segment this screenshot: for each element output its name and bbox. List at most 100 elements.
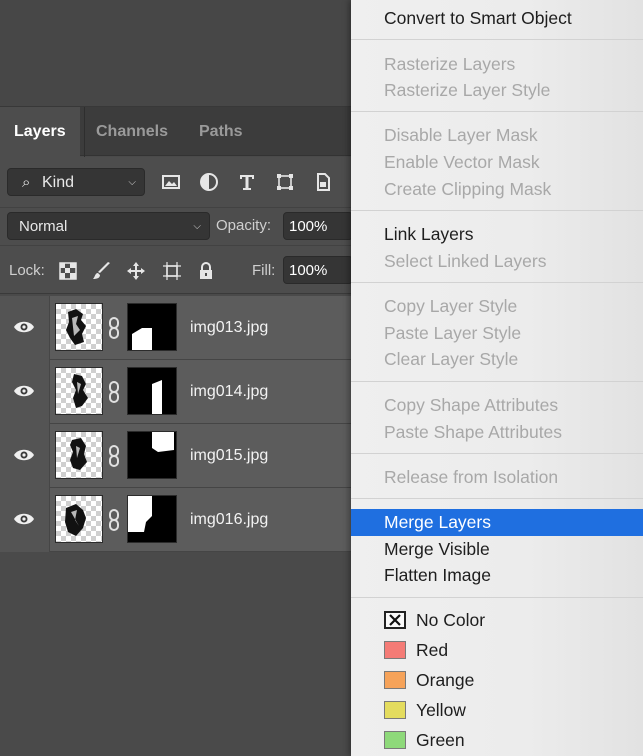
layer-name: img016.jpg xyxy=(190,511,269,528)
menu-item-rasterize-layer-style: Rasterize Layer Style xyxy=(384,80,551,100)
link-icon[interactable] xyxy=(107,317,121,339)
layer-row[interactable]: img015.jpg xyxy=(0,424,360,488)
layer-thumbnail[interactable] xyxy=(55,431,103,479)
orange-swatch-icon xyxy=(384,671,406,689)
color-label: Red xyxy=(416,640,449,660)
link-icon[interactable] xyxy=(107,509,121,531)
tab-channels[interactable]: Channels xyxy=(96,107,168,157)
visibility-toggle[interactable] xyxy=(0,296,50,360)
menu-item-color-green[interactable]: Green xyxy=(351,727,643,754)
layer-thumbnail[interactable] xyxy=(55,495,103,543)
layer-thumbnail[interactable] xyxy=(55,303,103,351)
lock-artboard-icon[interactable] xyxy=(162,261,182,281)
yellow-swatch-icon xyxy=(384,701,406,719)
pixel-layer-filter-icon[interactable] xyxy=(160,171,182,193)
no-color-swatch-icon xyxy=(384,611,406,629)
tab-layers[interactable]: Layers xyxy=(0,107,80,157)
menu-separator xyxy=(351,597,643,598)
opacity-label: Opacity: xyxy=(216,217,272,234)
menu-item-link-layers[interactable]: Link Layers xyxy=(351,221,643,248)
menu-item-select-linked-layers: Select Linked Layers xyxy=(384,251,547,271)
green-swatch-icon xyxy=(384,731,406,749)
blend-row: Normal ⌵ Opacity: 100% xyxy=(0,207,360,245)
layer-row[interactable]: img016.jpg xyxy=(0,488,360,552)
menu-separator xyxy=(351,210,643,211)
lock-row: Lock: Fill: 100% xyxy=(0,245,360,294)
link-icon[interactable] xyxy=(107,445,121,467)
lock-transparent-pixels-icon[interactable] xyxy=(58,261,78,281)
color-label: No Color xyxy=(416,610,486,630)
menu-item-disable-layer-mask: Disable Layer Mask xyxy=(384,125,538,145)
menu-item-merge-layers[interactable]: Merge Layers xyxy=(351,509,643,536)
color-label: Green xyxy=(416,730,465,750)
layer-mask-thumbnail[interactable] xyxy=(127,431,177,479)
visibility-toggle[interactable] xyxy=(0,360,50,424)
layer-row[interactable]: img014.jpg xyxy=(0,360,360,424)
lock-position-icon[interactable] xyxy=(126,261,146,281)
red-swatch-icon xyxy=(384,641,406,659)
panel-tabs: Layers Channels Paths xyxy=(0,106,360,157)
menu-item-color-orange[interactable]: Orange xyxy=(351,667,643,694)
layer-mask-thumbnail[interactable] xyxy=(127,367,177,415)
opacity-input[interactable]: 100% xyxy=(283,212,353,240)
layer-mask-thumbnail[interactable] xyxy=(127,303,177,351)
adjustment-layer-filter-icon[interactable] xyxy=(198,171,220,193)
layer-thumbnail[interactable] xyxy=(55,367,103,415)
type-layer-filter-icon[interactable] xyxy=(236,171,258,193)
menu-item-color-none[interactable]: No Color xyxy=(351,607,643,634)
layer-mask-thumbnail[interactable] xyxy=(127,495,177,543)
color-label: Yellow xyxy=(416,700,466,720)
fill-input[interactable]: 100% xyxy=(283,256,353,284)
layers-panel: Layers Channels Paths ⌕ Kind ⌵ Normal ⌵ … xyxy=(0,0,360,756)
menu-item-copy-layer-style: Copy Layer Style xyxy=(384,296,518,316)
menu-separator xyxy=(351,498,643,499)
filter-kind-value: Kind xyxy=(42,174,75,191)
search-icon: ⌕ xyxy=(22,174,31,191)
fill-label: Fill: xyxy=(252,262,276,279)
tab-divider xyxy=(84,107,85,157)
menu-separator xyxy=(351,453,643,454)
menu-item-clear-layer-style: Clear Layer Style xyxy=(384,349,519,369)
menu-item-create-clipping-mask: Create Clipping Mask xyxy=(384,179,552,199)
eye-icon xyxy=(14,385,34,397)
blend-mode-value: Normal xyxy=(19,218,68,235)
menu-item-rasterize-layers: Rasterize Layers xyxy=(384,54,516,74)
menu-item-color-yellow[interactable]: Yellow xyxy=(351,697,643,724)
visibility-toggle[interactable] xyxy=(0,488,50,552)
menu-item-enable-vector-mask: Enable Vector Mask xyxy=(384,152,540,172)
layer-name: img014.jpg xyxy=(190,383,269,400)
canvas-area xyxy=(0,0,360,106)
layer-name: img013.jpg xyxy=(190,319,269,336)
eye-icon xyxy=(14,321,34,333)
menu-item-color-red[interactable]: Red xyxy=(351,637,643,664)
menu-item-flatten-image[interactable]: Flatten Image xyxy=(351,562,643,589)
filter-kind-select[interactable]: ⌕ Kind ⌵ xyxy=(7,168,145,196)
visibility-toggle[interactable] xyxy=(0,424,50,488)
menu-separator xyxy=(351,39,643,40)
lock-image-pixels-icon[interactable] xyxy=(92,261,112,281)
layer-row[interactable]: img013.jpg xyxy=(0,296,360,360)
menu-separator xyxy=(351,381,643,382)
eye-icon xyxy=(14,449,34,461)
link-icon[interactable] xyxy=(107,381,121,403)
menu-item-merge-visible[interactable]: Merge Visible xyxy=(351,536,643,563)
color-label: Orange xyxy=(416,670,475,690)
menu-item-paste-shape-attributes: Paste Shape Attributes xyxy=(384,422,563,442)
eye-icon xyxy=(14,513,34,525)
blend-mode-select[interactable]: Normal ⌵ xyxy=(7,212,210,240)
smart-object-filter-icon[interactable] xyxy=(312,171,334,193)
menu-item-convert-to-smart-object[interactable]: Convert to Smart Object xyxy=(351,5,643,32)
menu-separator xyxy=(351,111,643,112)
filter-row: ⌕ Kind ⌵ xyxy=(0,157,360,207)
menu-separator xyxy=(351,282,643,283)
lock-all-icon[interactable] xyxy=(196,261,216,281)
chevron-down-icon: ⌵ xyxy=(128,177,136,188)
layer-name: img015.jpg xyxy=(190,447,269,464)
tab-paths[interactable]: Paths xyxy=(199,107,243,157)
menu-item-copy-shape-attributes: Copy Shape Attributes xyxy=(384,395,559,415)
menu-item-paste-layer-style: Paste Layer Style xyxy=(384,323,522,343)
layer-context-menu: Convert to Smart Object Rasterize Layers… xyxy=(351,0,643,756)
lock-label: Lock: xyxy=(9,262,45,279)
menu-item-release-from-isolation: Release from Isolation xyxy=(384,467,559,487)
shape-layer-filter-icon[interactable] xyxy=(274,171,296,193)
